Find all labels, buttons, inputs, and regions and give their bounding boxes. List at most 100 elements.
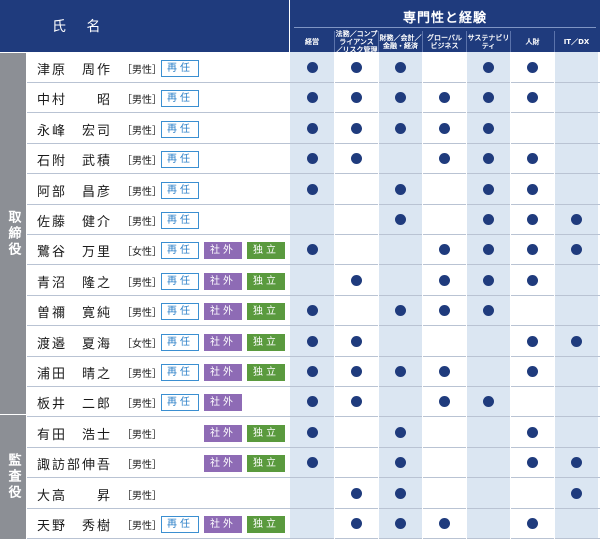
skill-dot (526, 214, 538, 225)
independent-badge: 独立 (247, 455, 285, 472)
skill-dot (526, 336, 538, 347)
skill-dot (394, 457, 406, 468)
reappointed-badge: 再任 (161, 242, 199, 259)
column-divider (466, 52, 467, 539)
independent-badge: 独立 (247, 425, 285, 442)
member-gender: ［男性］ (122, 156, 162, 167)
skill-dot (350, 488, 362, 499)
expertise-column-label: 経営 (305, 37, 319, 46)
member-gender: ［男性］ (122, 126, 162, 137)
skill-dot (526, 153, 538, 164)
skill-dot (394, 305, 406, 316)
skill-dot (438, 275, 450, 286)
skill-dot (438, 92, 450, 103)
skill-dot (350, 275, 362, 286)
member-gender: ［男性］ (122, 95, 162, 106)
reappointed-badge: 再任 (161, 212, 199, 229)
skill-dot (394, 488, 406, 499)
skill-dot (570, 457, 582, 468)
column-divider (422, 52, 423, 539)
expertise-column-header: サステナビリティ (466, 31, 510, 52)
skill-dot (438, 123, 450, 134)
skill-dot (570, 214, 582, 225)
member-gender: ［男性］ (122, 491, 162, 502)
skill-dot (526, 184, 538, 195)
member-name: 鷺谷 万里 (37, 245, 113, 260)
skill-dot (350, 153, 362, 164)
outside-badge: 社外 (204, 273, 242, 290)
skill-dot (306, 244, 318, 255)
skill-dot (482, 123, 494, 134)
table-row: 佐藤 健介 ［男性］ 再任 (27, 205, 600, 235)
independent-badge: 独立 (247, 303, 285, 320)
reappointed-badge: 再任 (161, 394, 199, 411)
outside-badge: 社外 (204, 516, 242, 533)
expertise-column-label: サステナビリティ (467, 33, 510, 50)
skill-dot (482, 153, 494, 164)
skill-dot (306, 427, 318, 438)
outside-badge: 社外 (204, 334, 242, 351)
table-row: 青沼 隆之 ［男性］ 再任 社外 独立 (27, 266, 600, 296)
skill-dot (482, 396, 494, 407)
member-name: 青沼 隆之 (37, 276, 113, 291)
member-name: 阿部 昌彦 (37, 185, 113, 200)
member-gender: ［男性］ (122, 187, 162, 198)
skill-dot (394, 518, 406, 529)
reappointed-badge: 再任 (161, 121, 199, 138)
outside-badge: 社外 (204, 455, 242, 472)
member-gender: ［男性］ (122, 308, 162, 319)
outside-badge: 社外 (204, 394, 242, 411)
skill-dot (526, 275, 538, 286)
skill-dot (306, 305, 318, 316)
member-gender: ［男性］ (122, 278, 162, 289)
expertise-column-label: IT／DX (563, 37, 590, 46)
expertise-column-header: 法務／コンプライアンス ／リスク管理 (334, 29, 378, 54)
skill-dot (350, 92, 362, 103)
expertise-column-label: 法務／コンプライアンス ／リスク管理 (335, 29, 378, 54)
skill-dot (350, 62, 362, 73)
member-gender: ［男性］ (122, 521, 162, 532)
skill-dot (526, 427, 538, 438)
skill-dot (350, 366, 362, 377)
expertise-column-header: 経営 (290, 31, 334, 52)
expertise-column-header: IT／DX (554, 31, 598, 52)
reappointed-badge: 再任 (161, 151, 199, 168)
expertise-column-header: 人財 (510, 31, 554, 52)
skill-dot (394, 123, 406, 134)
member-name: 諏訪部伸吾 (37, 458, 113, 473)
reappointed-badge: 再任 (161, 334, 199, 351)
member-gender: ［男性］ (122, 217, 162, 228)
skill-dot (350, 336, 362, 347)
skill-dot (306, 153, 318, 164)
skill-dot (394, 427, 406, 438)
independent-badge: 独立 (247, 364, 285, 381)
section-auditors-label: 監査役 (5, 453, 21, 501)
expertise-column-header: 財務／会計／ 金融・経済 (378, 31, 422, 52)
skill-dot (394, 214, 406, 225)
skill-dot (482, 275, 494, 286)
member-name: 中村 昭 (37, 93, 113, 108)
independent-badge: 独立 (247, 516, 285, 533)
outside-badge: 社外 (204, 425, 242, 442)
outside-badge: 社外 (204, 303, 242, 320)
independent-badge: 独立 (247, 334, 285, 351)
skill-dot (570, 488, 582, 499)
column-divider (334, 52, 335, 539)
name-column-header: 氏 名 (0, 0, 289, 52)
independent-badge: 独立 (247, 273, 285, 290)
skill-dot (394, 366, 406, 377)
column-divider (554, 52, 555, 539)
skill-dot (482, 305, 494, 316)
column-divider (378, 52, 379, 539)
independent-badge: 独立 (247, 242, 285, 259)
column-divider (510, 52, 511, 539)
outside-badge: 社外 (204, 364, 242, 381)
reappointed-badge: 再任 (161, 303, 199, 320)
member-gender: ［男性］ (122, 430, 162, 441)
skill-dot (438, 518, 450, 529)
skill-dot (306, 123, 318, 134)
skill-dot (438, 153, 450, 164)
skill-dot (306, 336, 318, 347)
header-divider (294, 27, 596, 28)
section-directors: 取締役 (0, 53, 26, 414)
